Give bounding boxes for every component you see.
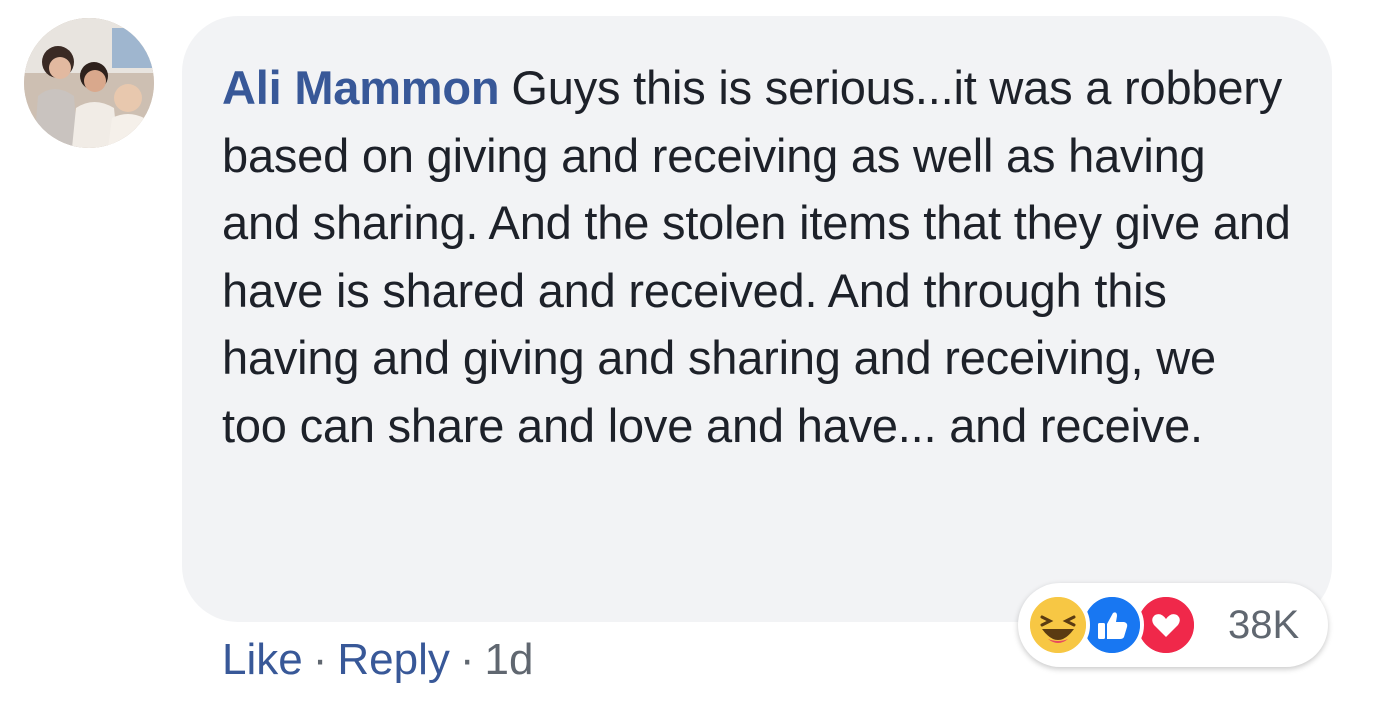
reply-button[interactable]: Reply	[337, 635, 450, 684]
separator: ·	[312, 635, 328, 684]
reaction-count[interactable]: 38K	[1228, 597, 1299, 653]
haha-icon	[1026, 593, 1090, 657]
like-button[interactable]: Like	[222, 635, 303, 684]
author-name[interactable]: Ali Mammon	[222, 61, 500, 114]
comment-container: Ali Mammon Guys this is serious...it was …	[0, 0, 1400, 711]
separator: ·	[459, 635, 475, 684]
comment-text: Guys this is serious...it was a robbery …	[222, 61, 1291, 452]
comment-body: Ali Mammon Guys this is serious...it was …	[222, 54, 1292, 459]
comment-bubble: Ali Mammon Guys this is serious...it was …	[182, 16, 1332, 622]
comment-actions: Like · Reply · 1d	[222, 630, 533, 690]
reactions-summary[interactable]: 38K	[1018, 583, 1328, 667]
timestamp[interactable]: 1d	[485, 635, 534, 684]
avatar-photo	[24, 18, 154, 148]
avatar[interactable]	[24, 18, 154, 148]
